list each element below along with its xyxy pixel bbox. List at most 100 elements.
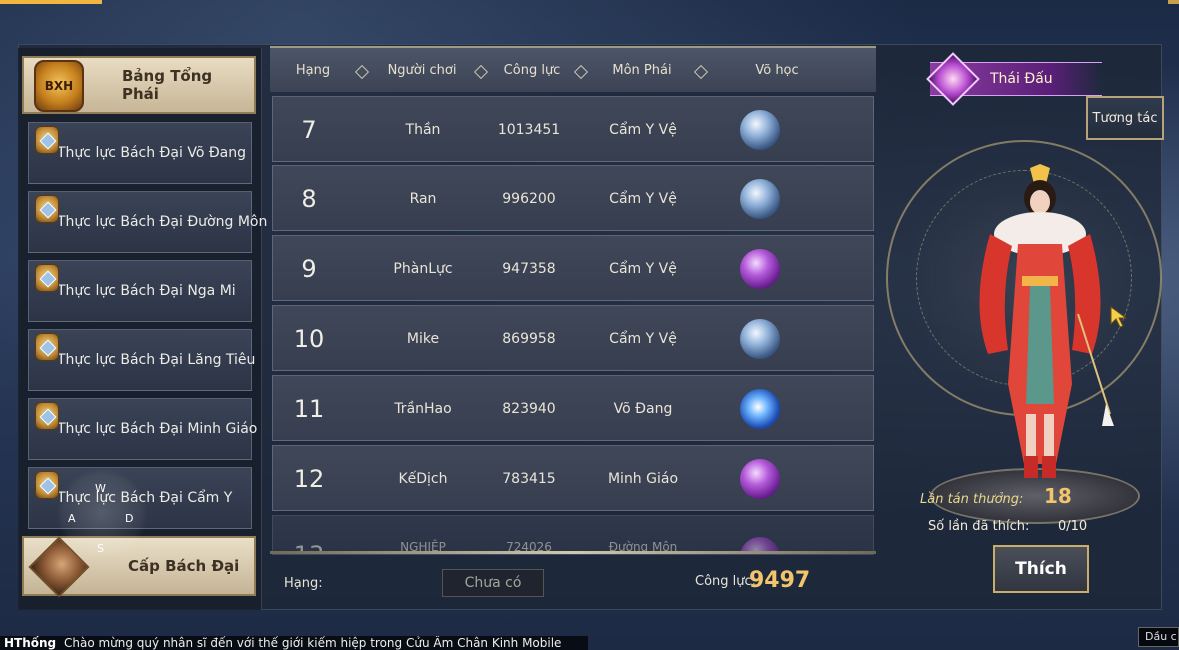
category-label: Thực lực Bách Đại Minh Giáo bbox=[57, 421, 258, 437]
skill-cell bbox=[735, 97, 785, 163]
row-power: 869958 bbox=[502, 331, 556, 347]
sort-diamond-icon bbox=[573, 64, 589, 80]
row-rank: 7 bbox=[301, 116, 317, 144]
category-label: Thực lực Bách Đại Đường Môn bbox=[57, 214, 268, 230]
row-power: 947358 bbox=[502, 261, 556, 277]
row-player-name: Ran bbox=[409, 191, 437, 207]
movement-joystick[interactable]: W A D S bbox=[56, 468, 148, 560]
category-label: Thực lực Bách Đại Võ Đang bbox=[57, 145, 247, 161]
row-rank: 10 bbox=[293, 325, 325, 353]
reward-count-label: Lần tán thưởng: bbox=[920, 492, 1024, 507]
corner-chat-tab[interactable]: Dầu c bbox=[1138, 627, 1179, 647]
row-rank: 11 bbox=[293, 395, 325, 423]
purple-orb-icon[interactable] bbox=[740, 459, 780, 499]
skill-cell bbox=[735, 166, 785, 232]
tab-label: Bảng Tổng Phái bbox=[122, 67, 213, 103]
row-player-name: KếDịch bbox=[398, 471, 448, 487]
lightning-orb-icon[interactable] bbox=[740, 389, 780, 429]
header-rank[interactable]: Hạng bbox=[288, 63, 338, 78]
header-martial-art[interactable]: Võ học bbox=[742, 63, 812, 78]
row-player-name: Mike bbox=[406, 331, 440, 347]
category-label: Thực lực Bách Đại Nga Mi bbox=[57, 283, 236, 299]
table-row[interactable]: 8 Ran 996200 Cẩm Y Vệ bbox=[272, 165, 874, 231]
row-power: 783415 bbox=[502, 471, 556, 487]
my-power-label: Công lực: bbox=[695, 574, 757, 589]
category-item-duong-mon[interactable]: Thực lực Bách Đại Đường Môn bbox=[28, 191, 267, 253]
table-row[interactable]: 12 KếDịch 783415 Minh Giáo bbox=[272, 445, 874, 511]
rank-badge-icon bbox=[35, 333, 59, 361]
row-sect: Minh Giáo bbox=[607, 471, 679, 487]
category-item-nga-mi[interactable]: Thực lực Bách Đại Nga Mi bbox=[28, 260, 252, 322]
row-sect: Cẩm Y Vệ bbox=[609, 261, 677, 277]
joystick-key-left: A bbox=[68, 512, 76, 525]
joystick-key-down: S bbox=[97, 542, 104, 555]
rank-badge-icon bbox=[35, 402, 59, 430]
row-sect: Võ Đang bbox=[613, 401, 673, 417]
sort-diamond-icon bbox=[693, 64, 709, 80]
table-row[interactable]: 7 Thần 1013451 Cẩm Y Vệ bbox=[272, 96, 874, 162]
badge-text: BXH bbox=[44, 79, 74, 93]
blue-feather-orb-icon[interactable] bbox=[740, 110, 780, 150]
leaderboard-badge-icon: BXH bbox=[34, 60, 84, 112]
rank-badge-icon bbox=[35, 195, 59, 223]
reward-count-value: 18 bbox=[1044, 484, 1072, 508]
table-row[interactable]: 9 PhànLực 947358 Cẩm Y Vệ bbox=[272, 235, 874, 301]
skill-cell bbox=[735, 306, 785, 372]
ticker-message: Chào mừng quý nhân sĩ đến với thế giới k… bbox=[63, 636, 562, 650]
row-sect: Cẩm Y Vệ bbox=[609, 331, 677, 347]
category-item-minh-giao[interactable]: Thực lực Bách Đại Minh Giáo bbox=[28, 398, 257, 460]
likes-count-label: Số lần đã thích: bbox=[928, 519, 1030, 534]
row-power: 724026 bbox=[506, 540, 552, 554]
blue-feather-orb-icon[interactable] bbox=[740, 319, 780, 359]
like-button[interactable]: Thích bbox=[993, 545, 1089, 593]
interact-button[interactable]: Tương tác bbox=[1086, 96, 1164, 140]
my-rank-value: Chưa có bbox=[442, 569, 544, 597]
title-label: Thái Đấu bbox=[990, 71, 1053, 87]
rank-badge-icon bbox=[35, 126, 59, 154]
row-sect: Đường Môn bbox=[608, 540, 678, 554]
table-row[interactable]: 10 Mike 869958 Cẩm Y Vệ bbox=[272, 305, 874, 371]
mouse-cursor-icon bbox=[1110, 306, 1128, 328]
row-player-name: Thần bbox=[405, 122, 441, 138]
category-label: Thực lực Bách Đại Lăng Tiêu bbox=[57, 352, 256, 368]
row-power: 996200 bbox=[502, 191, 556, 207]
row-power: 823940 bbox=[502, 401, 556, 417]
category-item-vo-dang[interactable]: Thực lực Bách Đại Võ Đang bbox=[28, 122, 252, 184]
row-sect: Cẩm Y Vệ bbox=[609, 122, 677, 138]
skill-cell bbox=[735, 446, 785, 512]
rank-badge-icon bbox=[35, 471, 59, 499]
likes-count-value: 0/10 bbox=[1058, 519, 1088, 534]
sort-diamond-icon bbox=[354, 64, 370, 80]
ticker-tag: HThống bbox=[4, 636, 57, 650]
tab-cap-bach-dai[interactable]: Cấp Bách Đại bbox=[22, 536, 256, 598]
row-player-name: TrầnHao bbox=[394, 401, 452, 417]
system-message-ticker: HThống Chào mừng quý nhân sĩ đến với thế… bbox=[0, 636, 588, 650]
row-player-name: NGHIỆP bbox=[400, 540, 446, 554]
tab-label: Cấp Bách Đại bbox=[128, 557, 240, 575]
my-rank-label: Hạng: bbox=[284, 576, 323, 591]
table-row[interactable]: 11 TrầnHao 823940 Võ Đang bbox=[272, 375, 874, 441]
header-sect[interactable]: Môn Phái bbox=[602, 63, 682, 78]
joystick-key-right: D bbox=[125, 512, 134, 525]
sort-diamond-icon bbox=[473, 64, 489, 80]
tab-bang-tong-phai[interactable]: BXH Bảng Tổng Phái bbox=[22, 56, 256, 114]
row-player-name: PhànLực bbox=[393, 261, 453, 277]
top-left-decoration bbox=[0, 0, 102, 4]
rank-badge-icon bbox=[35, 264, 59, 292]
row-power: 1013451 bbox=[497, 122, 561, 138]
top-right-decoration bbox=[1168, 0, 1179, 4]
header-player[interactable]: Người chơi bbox=[380, 63, 464, 78]
skill-cell bbox=[735, 236, 785, 302]
character-model[interactable] bbox=[960, 164, 1120, 484]
table-divider bbox=[270, 551, 876, 554]
blue-feather-orb-icon[interactable] bbox=[740, 179, 780, 219]
row-sect: Cẩm Y Vệ bbox=[609, 191, 677, 207]
ranking-table-header: Hạng Người chơi Công lực Môn Phái Võ học bbox=[270, 46, 876, 92]
category-item-lang-tieu[interactable]: Thực lực Bách Đại Lăng Tiêu bbox=[28, 329, 256, 391]
row-rank: 12 bbox=[293, 465, 325, 493]
purple-orb-icon[interactable] bbox=[740, 249, 780, 289]
header-power[interactable]: Công lực bbox=[498, 63, 566, 78]
my-power-value: 9497 bbox=[749, 568, 811, 593]
table-row[interactable]: 13 NGHIỆP 724026 Đường Môn bbox=[272, 515, 874, 555]
skill-cell bbox=[735, 376, 785, 442]
